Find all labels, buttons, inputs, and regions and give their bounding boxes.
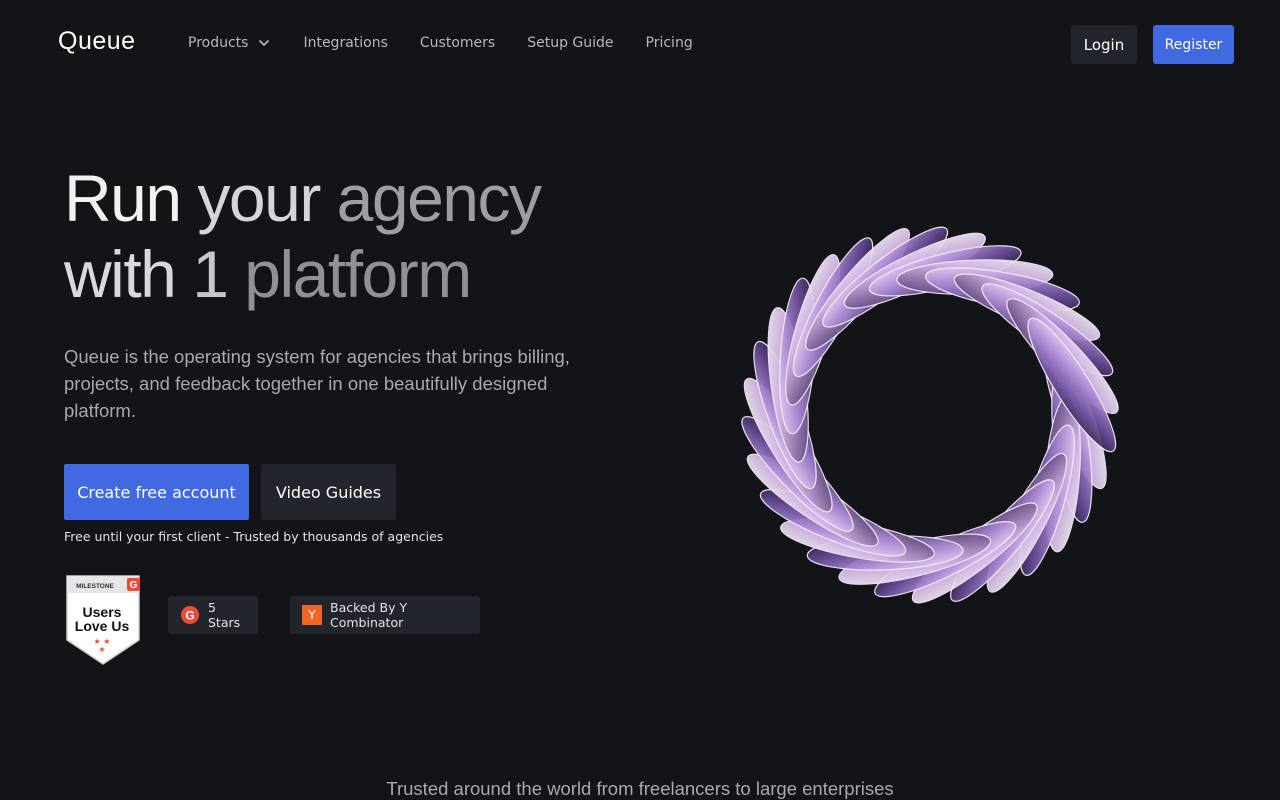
- hero-description: Queue is the operating system for agenci…: [64, 346, 570, 421]
- ring-petals: [741, 226, 1119, 604]
- svg-text:G: G: [130, 580, 138, 591]
- g2-users-love-us-badge: G MILESTONE Users Love Us ★ ★ ★: [64, 574, 142, 666]
- hero-title-line-2: with 1 platform: [64, 236, 540, 312]
- nav-item-products[interactable]: Products: [188, 35, 271, 51]
- glass-ring-illustration: [741, 226, 1119, 604]
- g2-badge-line2: Love Us: [75, 618, 130, 634]
- yc-pill: Y Backed By Y Combinator: [290, 596, 480, 634]
- hero-title-line-1: Run your agency: [64, 160, 542, 236]
- nav-item-pricing[interactable]: Pricing: [646, 35, 693, 51]
- hero-title-word: agency: [336, 161, 542, 235]
- g2-badge-icon: G MILESTONE Users Love Us ★ ★ ★: [66, 575, 140, 665]
- nav-item-integrations[interactable]: Integrations: [303, 35, 387, 51]
- nav-item-label: Products: [188, 35, 249, 51]
- chevron-down-icon: [259, 40, 270, 46]
- g2-badge-top: MILESTONE: [76, 583, 114, 590]
- svg-text:★: ★: [98, 645, 105, 654]
- cta-note: Free until your first client - Trusted b…: [64, 529, 444, 544]
- hero-title-word: your: [197, 161, 321, 235]
- brand-logo[interactable]: Queue: [58, 27, 136, 56]
- hero-title: Run your agency with 1 platform: [64, 160, 542, 312]
- hero-title-word: platform: [244, 237, 472, 311]
- top-nav: Queue Products Integrations Customers Se…: [0, 0, 1280, 88]
- nav-item-setup-guide[interactable]: Setup Guide: [527, 35, 613, 51]
- register-button[interactable]: Register: [1153, 25, 1234, 64]
- g2-logo-icon: G: [181, 606, 199, 624]
- trust-heading: Trusted around the world from freelancer…: [386, 778, 894, 799]
- stars-label: 5 Stars: [208, 600, 241, 630]
- hero-title-word: 1: [192, 237, 229, 311]
- nav-item-customers[interactable]: Customers: [420, 35, 495, 51]
- hero-title-word: Run: [64, 161, 182, 235]
- hero-title-word: with: [64, 237, 177, 311]
- video-guides-button[interactable]: Video Guides: [261, 464, 396, 520]
- g2-stars-pill: G 5 Stars: [168, 596, 258, 634]
- yc-label: Backed By Y Combinator: [330, 600, 408, 630]
- svg-text:G: G: [185, 609, 194, 623]
- create-account-button[interactable]: Create free account: [64, 464, 249, 520]
- login-button[interactable]: Login: [1071, 25, 1137, 64]
- nav-links: Products Integrations Customers Setup Gu…: [188, 35, 725, 51]
- y-combinator-icon: Y: [302, 605, 322, 625]
